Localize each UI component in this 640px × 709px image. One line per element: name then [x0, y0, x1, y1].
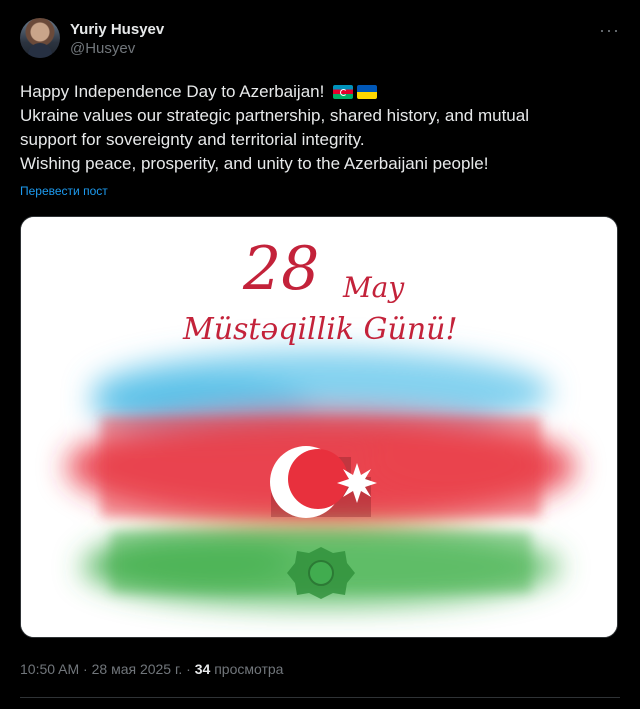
flag-ukraine-icon	[357, 85, 378, 99]
tweet-image[interactable]: 28 May Müstəqillik Günü!	[20, 216, 618, 638]
date-month: May	[342, 271, 405, 304]
author-name[interactable]: Yuriy Husyev	[70, 20, 164, 39]
ellipsis-icon[interactable]: ···	[599, 20, 620, 41]
translate-post-link[interactable]: Перевести пост	[20, 184, 108, 198]
tweet-line-1: Happy Independence Day to Azerbaijan!	[20, 80, 620, 104]
tweet-date[interactable]: 28 мая 2025 г.	[92, 661, 183, 677]
author-info[interactable]: Yuriy Husyev @Husyev	[70, 20, 164, 59]
tweet-line-2: Ukraine values our strategic partnership…	[20, 106, 529, 125]
views-count: 34	[194, 661, 211, 677]
tweet-line-4: Wishing peace, prosperity, and unity to …	[20, 154, 489, 173]
independence-day-illustration: 28 May Müstəqillik Günü!	[21, 217, 617, 637]
author-handle[interactable]: @Husyev	[70, 39, 164, 59]
date-number: 28	[242, 234, 319, 304]
flag-azerbaijan-icon	[333, 85, 354, 99]
holiday-title: Müstəqillik Günü!	[182, 312, 458, 347]
tweet-text: Happy Independence Day to Azerbaijan! Uk…	[20, 80, 620, 176]
views-label: просмотра	[214, 661, 284, 677]
tweet: Yuriy Husyev @Husyev ··· Happy Independe…	[0, 0, 640, 709]
tweet-time[interactable]: 10:50 AM	[20, 661, 79, 677]
tweet-header: Yuriy Husyev @Husyev ···	[20, 18, 620, 62]
tweet-line-3: support for sovereignty and territorial …	[20, 130, 365, 149]
divider	[20, 697, 620, 698]
avatar[interactable]	[20, 18, 60, 58]
tweet-meta: 10:50 AM · 28 мая 2025 г. · 34 просмотра	[20, 661, 284, 677]
